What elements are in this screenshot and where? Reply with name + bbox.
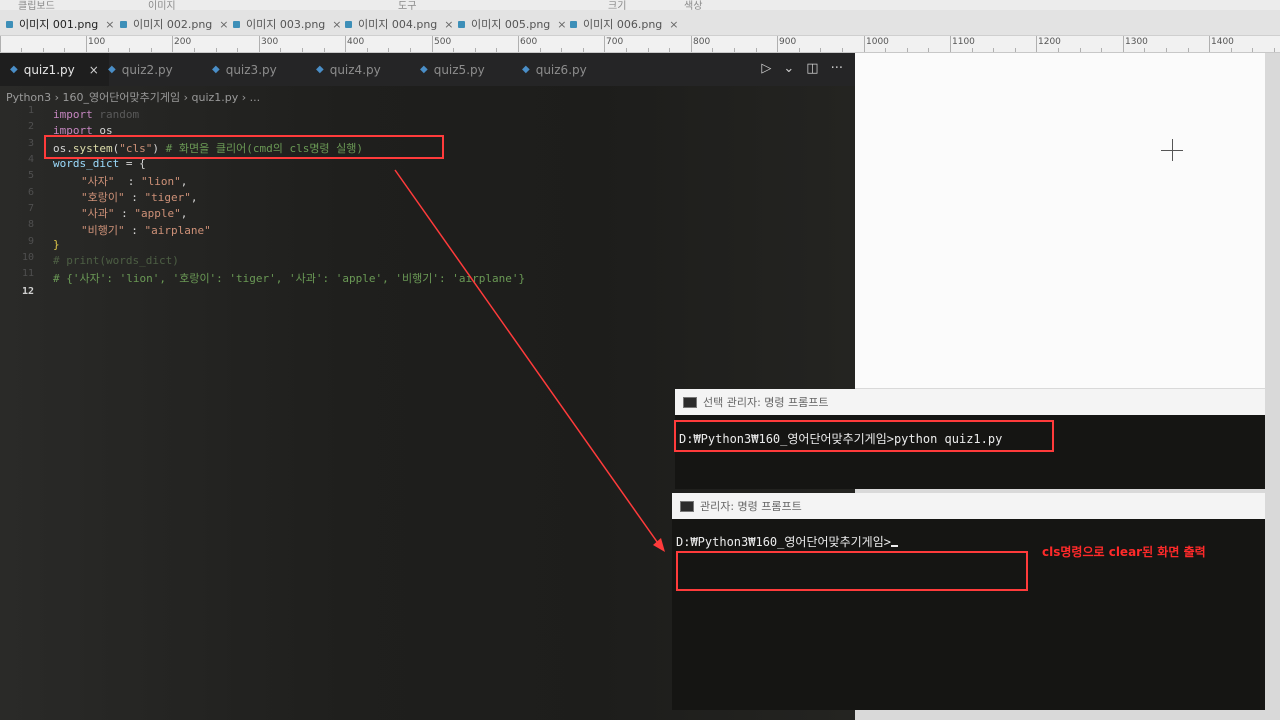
annotation-arrow: [394, 169, 665, 552]
arrow-line: [394, 169, 661, 547]
arrow-head: [653, 538, 665, 552]
